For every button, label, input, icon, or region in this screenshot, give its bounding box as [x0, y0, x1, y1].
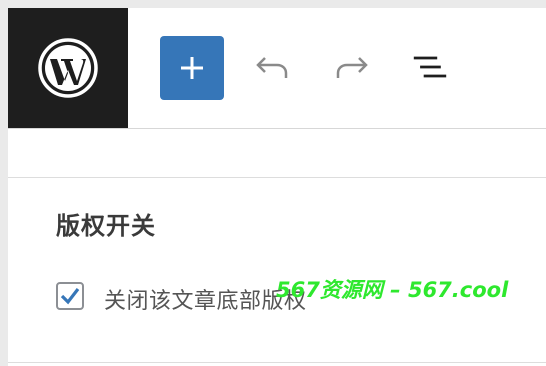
plus-icon — [181, 57, 203, 79]
wordpress-logo-icon — [38, 38, 98, 98]
document-overview-button[interactable] — [412, 52, 448, 82]
panel-divider — [8, 177, 546, 178]
toolbar-divider — [8, 128, 546, 129]
add-block-button[interactable] — [160, 36, 224, 100]
undo-icon — [256, 57, 288, 78]
wordpress-logo-button[interactable] — [8, 8, 128, 128]
checkmark-icon — [60, 288, 80, 305]
editor-frame: 版权开关 关闭该文章底部版权 567资源网 – 567.cool — [8, 8, 546, 366]
bottom-divider — [8, 362, 546, 363]
list-view-icon — [413, 56, 447, 78]
disable-copyright-checkbox[interactable] — [56, 282, 84, 310]
section-title: 版权开关 — [56, 212, 156, 240]
redo-button[interactable] — [334, 52, 370, 82]
watermark-text: 567资源网 – 567.cool — [276, 278, 509, 302]
undo-button[interactable] — [254, 52, 290, 82]
editor-toolbar — [8, 8, 546, 128]
redo-icon — [336, 57, 368, 78]
